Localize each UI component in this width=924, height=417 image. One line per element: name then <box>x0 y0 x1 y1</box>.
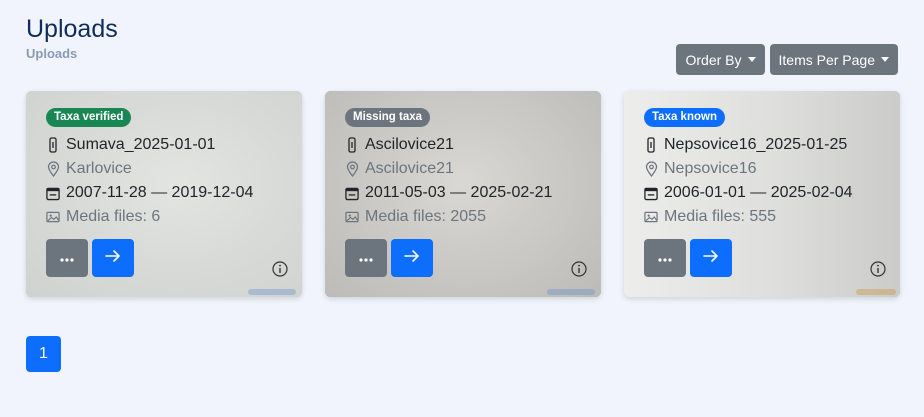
upload-media-count: Media files: 2055 <box>365 208 486 225</box>
info-circle-icon[interactable] <box>870 261 886 277</box>
upload-location: Karlovice <box>66 160 132 177</box>
open-upload-button[interactable] <box>690 239 732 277</box>
more-options-button[interactable] <box>644 239 686 277</box>
calendar-range-icon <box>345 186 359 200</box>
page-title: Uploads <box>26 15 118 43</box>
upload-name: Nepsovice16_2025-01-25 <box>664 136 848 153</box>
caret-down-icon <box>747 57 756 62</box>
upload-date-range: 2011-05-03 — 2025-02-21 <box>365 184 553 201</box>
upload-card: Taxa verified Sumava_2025-01-01 Karlovic… <box>26 91 302 297</box>
more-options-button[interactable] <box>345 239 387 277</box>
pagination-page-1[interactable]: 1 <box>26 336 61 372</box>
status-badge: Taxa known <box>644 108 725 127</box>
upload-card: Taxa known Nepsovice16_2025-01-25 Nepsov… <box>624 91 900 297</box>
map-pin-icon <box>46 161 60 177</box>
upload-date-range: 2006-01-01 — 2025-02-04 <box>664 184 853 201</box>
status-badge: Taxa verified <box>46 108 132 127</box>
thermometer-icon <box>644 137 658 153</box>
upload-date-range: 2007-11-28 — 2019-12-04 <box>66 184 254 201</box>
open-upload-button[interactable] <box>92 239 134 277</box>
images-icon <box>345 210 359 224</box>
arrow-right-icon <box>404 249 420 267</box>
items-per-page-dropdown[interactable]: Items Per Page <box>769 44 898 75</box>
arrow-right-icon <box>703 249 719 267</box>
status-badge: Missing taxa <box>345 108 431 127</box>
upload-media-count: Media files: 6 <box>66 208 161 225</box>
upload-location: Ascilovice21 <box>365 160 454 177</box>
map-pin-icon <box>644 161 658 177</box>
order-by-label: Order By <box>685 51 742 68</box>
more-options-button[interactable] <box>46 239 88 277</box>
open-upload-button[interactable] <box>391 239 433 277</box>
calendar-range-icon <box>46 186 60 200</box>
caret-down-icon <box>881 57 889 62</box>
order-by-dropdown[interactable]: Order By <box>676 44 765 75</box>
toolbar: Order By Items Per Page <box>676 44 898 75</box>
upload-media-count: Media files: 555 <box>664 208 777 225</box>
info-circle-icon[interactable] <box>571 261 587 277</box>
thermometer-icon <box>345 137 359 153</box>
upload-location: Nepsovice16 <box>664 160 757 177</box>
thermometer-icon <box>46 137 60 153</box>
upload-name: Ascilovice21 <box>365 136 454 153</box>
info-circle-icon[interactable] <box>272 261 288 277</box>
arrow-right-icon <box>105 249 121 267</box>
images-icon <box>46 210 60 224</box>
breadcrumb[interactable]: Uploads <box>26 46 77 61</box>
map-pin-icon <box>345 161 359 177</box>
three-dots-icon <box>658 249 672 267</box>
items-per-page-label: Items Per Page <box>778 51 876 68</box>
upload-card: Missing taxa Ascilovice21 Ascilovice21 2… <box>325 91 601 297</box>
three-dots-icon <box>359 249 373 267</box>
calendar-range-icon <box>644 186 658 200</box>
upload-name: Sumava_2025-01-01 <box>66 136 216 153</box>
three-dots-icon <box>60 249 74 267</box>
images-icon <box>644 210 658 224</box>
